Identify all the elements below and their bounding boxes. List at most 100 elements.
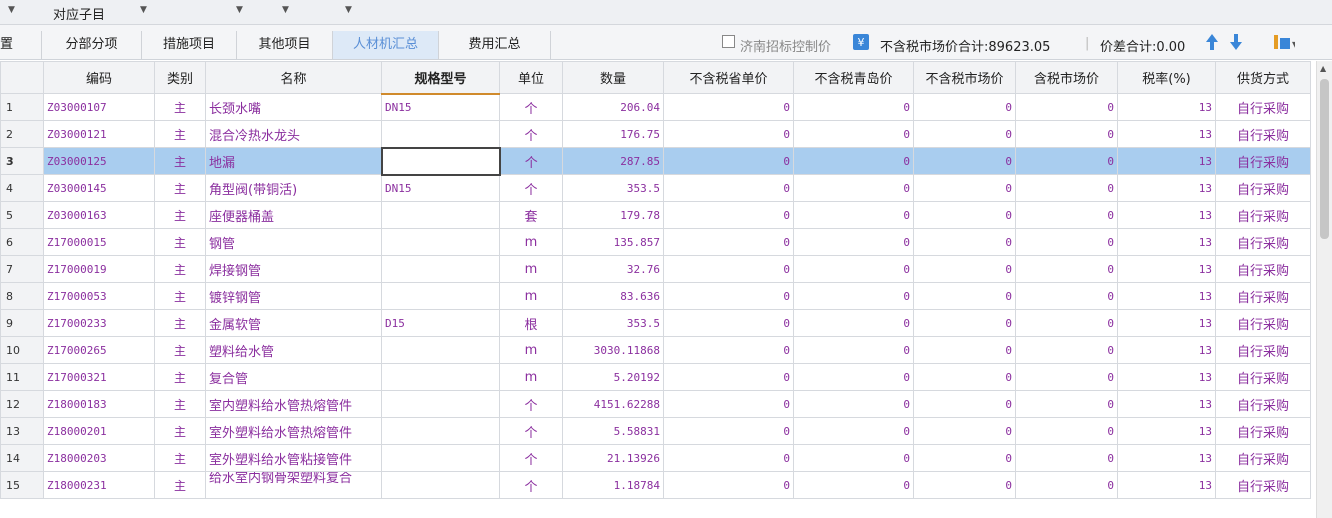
item-supply-mode[interactable]: 自行采购 [1215, 309, 1311, 337]
table-row[interactable]: 3 Z03000125 主地漏个 287.85 0 0 0 0 13 自行采购 [0, 146, 1311, 176]
item-spec[interactable] [381, 417, 500, 445]
item-quantity[interactable]: 1.18784 [562, 471, 664, 499]
item-name[interactable]: 混合冷热水龙头 [205, 120, 382, 148]
item-market-price[interactable]: 0 [913, 201, 1016, 229]
chevron-down-icon[interactable]: ▼ [8, 5, 15, 15]
item-code[interactable]: Z17000321 [43, 363, 155, 391]
item-tax-rate[interactable]: 13 [1117, 417, 1216, 445]
item-quantity[interactable]: 5.58831 [562, 417, 664, 445]
item-name[interactable]: 室外塑料给水管粘接管件 [205, 444, 382, 472]
item-spec[interactable] [380, 146, 501, 176]
item-code[interactable]: Z03000121 [43, 120, 155, 148]
item-qingdao-price[interactable]: 0 [793, 93, 914, 121]
scroll-thumb[interactable] [1320, 79, 1329, 239]
item-code[interactable]: Z03000145 [43, 174, 155, 202]
item-category[interactable]: 主 [154, 363, 206, 391]
item-tax-incl-price[interactable]: 0 [1015, 444, 1118, 472]
arrow-up-icon[interactable] [1205, 33, 1219, 51]
item-name[interactable]: 给水室内钢骨架塑料复合 [205, 471, 382, 499]
item-supply-mode[interactable]: 自行采购 [1215, 444, 1311, 472]
row-number[interactable]: 8 [0, 282, 44, 310]
item-quantity[interactable]: 179.78 [562, 201, 664, 229]
tools-icon[interactable]: ▼ [1273, 33, 1295, 51]
table-row[interactable]: 10 Z17000265 主塑料给水管 m 3030.11868 0 0 0 0 13 自行采购 [0, 336, 1311, 364]
table-row[interactable]: 5 Z03000163 主座便器桶盖套 179.78 0 0 0 0 13 自行采购 [0, 201, 1311, 229]
item-name[interactable]: 金属软管 [205, 309, 382, 337]
item-tax-rate[interactable]: 13 [1117, 120, 1216, 148]
table-row[interactable]: 13 Z18000201 主室外塑料给水管热熔管件个 5.58831 0 0 0 0 13 自行采… [0, 417, 1311, 445]
table-row[interactable]: 12 Z18000183 主室内塑料给水管热熔管件个 4151.62288 0 0 0 0 13… [0, 390, 1311, 418]
table-row[interactable]: 1 Z03000107 主长颈水嘴 DN15 个 206.04 0 0 0 0 13 自行采购 [0, 93, 1311, 121]
item-market-price[interactable]: 0 [913, 174, 1016, 202]
item-unit[interactable]: m [499, 363, 563, 391]
item-code[interactable]: Z03000125 [43, 147, 155, 175]
item-tax-rate[interactable]: 13 [1117, 93, 1216, 121]
item-unit[interactable]: 个 [499, 417, 563, 445]
row-number[interactable]: 12 [0, 390, 44, 418]
item-tax-incl-price[interactable]: 0 [1015, 471, 1118, 499]
chevron-down-icon[interactable]: ▼ [345, 5, 352, 15]
item-tax-rate[interactable]: 13 [1117, 201, 1216, 229]
item-code[interactable]: Z03000107 [43, 93, 155, 121]
item-provincial-price[interactable]: 0 [663, 201, 794, 229]
row-number[interactable]: 2 [0, 120, 44, 148]
header-qingdao-price[interactable]: 不含税青岛价 [793, 61, 914, 94]
item-provincial-price[interactable]: 0 [663, 282, 794, 310]
item-unit[interactable]: 个 [499, 390, 563, 418]
row-number[interactable]: 11 [0, 363, 44, 391]
item-category[interactable]: 主 [154, 255, 206, 283]
item-quantity[interactable]: 21.13926 [562, 444, 664, 472]
item-spec[interactable] [381, 228, 500, 256]
item-market-price[interactable]: 0 [913, 147, 1016, 175]
header-tax-incl-price[interactable]: 含税市场价 [1015, 61, 1118, 94]
arrow-down-icon[interactable] [1229, 33, 1243, 51]
scroll-up-icon[interactable]: ▲ [1320, 64, 1326, 73]
item-market-price[interactable]: 0 [913, 363, 1016, 391]
price-tag-icon[interactable]: ¥ [853, 34, 869, 50]
item-qingdao-price[interactable]: 0 [793, 390, 914, 418]
table-row[interactable]: 6 Z17000015 主钢管 m 135.857 0 0 0 0 13 自行采购 [0, 228, 1311, 256]
item-spec[interactable]: D15 [381, 309, 500, 337]
item-market-price[interactable]: 0 [913, 336, 1016, 364]
item-supply-mode[interactable]: 自行采购 [1215, 282, 1311, 310]
item-qingdao-price[interactable]: 0 [793, 444, 914, 472]
item-code[interactable]: Z18000203 [43, 444, 155, 472]
item-category[interactable]: 主 [154, 93, 206, 121]
item-tax-incl-price[interactable]: 0 [1015, 390, 1118, 418]
item-qingdao-price[interactable]: 0 [793, 147, 914, 175]
item-qingdao-price[interactable]: 0 [793, 336, 914, 364]
chevron-down-icon[interactable]: ▼ [282, 5, 289, 15]
item-unit[interactable]: m [499, 228, 563, 256]
item-supply-mode[interactable]: 自行采购 [1215, 417, 1311, 445]
item-provincial-price[interactable]: 0 [663, 174, 794, 202]
row-number[interactable]: 10 [0, 336, 44, 364]
item-spec[interactable]: DN15 [381, 174, 500, 202]
item-qingdao-price[interactable]: 0 [793, 363, 914, 391]
item-supply-mode[interactable]: 自行采购 [1215, 147, 1311, 175]
item-name[interactable]: 钢管 [205, 228, 382, 256]
item-supply-mode[interactable]: 自行采购 [1215, 471, 1311, 499]
item-tax-rate[interactable]: 13 [1117, 363, 1216, 391]
item-tax-incl-price[interactable]: 0 [1015, 255, 1118, 283]
item-provincial-price[interactable]: 0 [663, 147, 794, 175]
item-tax-incl-price[interactable]: 0 [1015, 93, 1118, 121]
header-quantity[interactable]: 数量 [562, 61, 664, 94]
item-category[interactable]: 主 [154, 444, 206, 472]
item-tax-incl-price[interactable]: 0 [1015, 417, 1118, 445]
item-name[interactable]: 座便器桶盖 [205, 201, 382, 229]
item-code[interactable]: Z17000015 [43, 228, 155, 256]
header-code[interactable]: 编码 [43, 61, 155, 94]
item-tax-incl-price[interactable]: 0 [1015, 120, 1118, 148]
item-provincial-price[interactable]: 0 [663, 390, 794, 418]
header-market-price[interactable]: 不含税市场价 [913, 61, 1016, 94]
item-tax-rate[interactable]: 13 [1117, 444, 1216, 472]
item-name[interactable]: 角型阀(带铜活) [205, 174, 382, 202]
item-spec[interactable] [381, 201, 500, 229]
item-tax-incl-price[interactable]: 0 [1015, 201, 1118, 229]
item-unit[interactable]: m [499, 255, 563, 283]
item-supply-mode[interactable]: 自行采购 [1215, 390, 1311, 418]
header-tax-rate[interactable]: 税率(%) [1117, 61, 1216, 94]
item-spec[interactable] [381, 255, 500, 283]
item-qingdao-price[interactable]: 0 [793, 282, 914, 310]
item-spec[interactable] [381, 471, 500, 499]
